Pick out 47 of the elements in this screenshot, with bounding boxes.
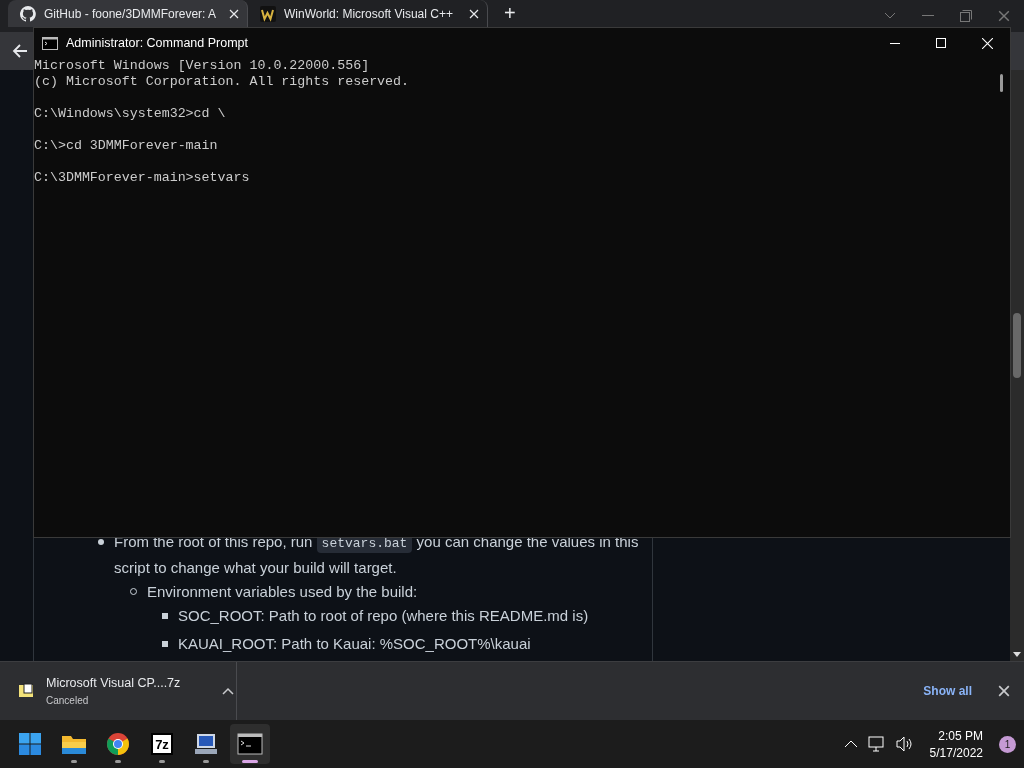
back-arrow-icon[interactable] [12, 42, 28, 59]
new-tab-button[interactable]: + [498, 0, 522, 26]
console-line: (c) Microsoft Corporation. All rights reserved. [34, 74, 411, 90]
windows-start-icon [18, 732, 42, 757]
readme-text: Environment variables used by the build: [147, 581, 418, 602]
readme-text: SOC_ROOT: Path to root of repo (where this README.md is) [178, 605, 589, 626]
restore-icon[interactable] [960, 9, 972, 22]
clock-time[interactable]: 2:05 PM [938, 728, 983, 743]
folder-icon [61, 733, 87, 756]
console-line: C:\Windows\system32>cd \ [34, 106, 227, 122]
bullet-icon [98, 538, 104, 545]
scrollbar-thumb[interactable] [1000, 74, 1003, 92]
github-icon [20, 5, 36, 22]
network-icon[interactable] [867, 736, 886, 753]
console-line: Microsoft Windows [Version 10.0.22000.556] [34, 58, 371, 74]
minimize-icon[interactable] [890, 42, 900, 44]
bullet-icon [162, 640, 168, 647]
clock-date[interactable]: 5/17/2022 [929, 745, 983, 760]
chevron-up-icon[interactable] [843, 740, 858, 749]
window-title: Administrator: Command Prompt [66, 36, 248, 50]
download-status: Canceled [46, 695, 90, 707]
chevron-down-icon[interactable] [884, 11, 896, 20]
scroll-down-icon[interactable] [1013, 652, 1021, 658]
console-icon [42, 36, 58, 50]
chrome-icon [106, 732, 130, 757]
close-window-icon [998, 9, 1010, 22]
taskbar-app[interactable]: 7z [142, 724, 182, 765]
close-tab-icon [469, 8, 479, 19]
scrollbar-thumb[interactable] [1013, 312, 1021, 378]
download-filename[interactable]: Microsoft Visual CP....7z [46, 676, 208, 691]
w-logo-icon [260, 5, 276, 22]
computer-icon [193, 732, 219, 757]
maximize-icon[interactable] [936, 38, 946, 48]
console-icon [237, 733, 263, 756]
readme-text: KAUAI_ROOT: Path to Kauai: %SOC_ROOT%\kauai [178, 633, 531, 654]
console-line: C:\3DMMForever-main>setvars [34, 170, 251, 186]
console-line: C:\>cd 3DMMForever-main [34, 138, 219, 154]
browser-tab[interactable]: GitHub - foone/3DMMForever: A [8, 0, 248, 27]
archive-file-icon [18, 683, 34, 700]
notification-badge[interactable]: 1 [999, 735, 1016, 753]
bullet-icon [162, 612, 168, 619]
archive-app-icon: 7z [151, 733, 173, 756]
taskbar-app[interactable] [230, 724, 270, 765]
close-tab-icon [229, 8, 239, 19]
show-all-link[interactable]: Show all [923, 684, 972, 699]
close-icon[interactable] [981, 37, 993, 49]
volume-icon[interactable] [895, 736, 914, 753]
